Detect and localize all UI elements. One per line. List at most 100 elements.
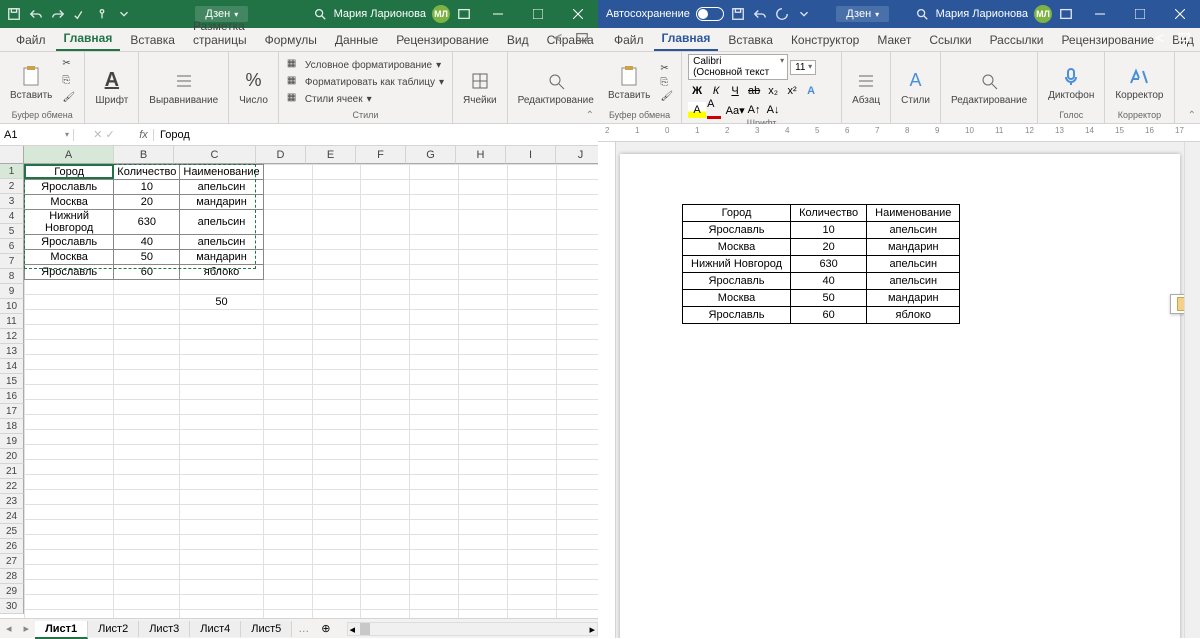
cell-A9[interactable] [25, 295, 114, 310]
cell-A28[interactable] [25, 580, 114, 595]
cell-D3[interactable] [263, 195, 312, 210]
cell-E11[interactable] [312, 325, 361, 340]
cut-button[interactable]: ✂ [60, 57, 78, 73]
cell-I14[interactable] [508, 370, 557, 385]
cell-E5[interactable] [312, 235, 361, 250]
cell-B3[interactable]: 20 [114, 195, 180, 210]
cell-F9[interactable] [361, 295, 410, 310]
cell-E12[interactable] [312, 340, 361, 355]
cell-G16[interactable] [410, 400, 459, 415]
add-sheet-button[interactable]: ⊕ [315, 622, 336, 635]
cell-F14[interactable] [361, 370, 410, 385]
cell-C22[interactable] [180, 490, 263, 505]
close-button[interactable] [1160, 0, 1200, 28]
minimize-button[interactable] [1080, 0, 1120, 28]
cell-J8[interactable] [557, 280, 598, 295]
cell-C29[interactable] [180, 595, 263, 610]
cell-J5[interactable] [557, 235, 598, 250]
row-head-14[interactable]: 14 [0, 359, 24, 374]
cell-B15[interactable] [114, 385, 180, 400]
close-button[interactable] [558, 0, 598, 28]
cell-B18[interactable] [114, 430, 180, 445]
cell-H25[interactable] [459, 535, 508, 550]
cell-A3[interactable]: Москва [25, 195, 114, 210]
collapse-ribbon-icon[interactable]: ⌃ [586, 110, 594, 121]
cell-G15[interactable] [410, 385, 459, 400]
comments-icon[interactable] [1176, 30, 1192, 46]
cell-A17[interactable] [25, 415, 114, 430]
cell-B8[interactable] [114, 280, 180, 295]
cell-G29[interactable] [410, 595, 459, 610]
cell-D17[interactable] [263, 415, 312, 430]
cell-J3[interactable] [557, 195, 598, 210]
cell-E19[interactable] [312, 445, 361, 460]
name-box[interactable]: A1 [0, 129, 74, 141]
cell-G23[interactable] [410, 505, 459, 520]
cell-A6[interactable]: Москва [25, 250, 114, 265]
cell-F15[interactable] [361, 385, 410, 400]
user-name[interactable]: Мария Ларионова [936, 8, 1028, 20]
tab-view[interactable]: Вид [499, 29, 537, 51]
tab-refs[interactable]: Ссылки [921, 29, 979, 51]
cell-J11[interactable] [557, 325, 598, 340]
cell-I20[interactable] [508, 460, 557, 475]
cell-D24[interactable] [263, 520, 312, 535]
col-head-D[interactable]: D [256, 146, 306, 164]
save-icon[interactable] [6, 6, 22, 22]
cell-A29[interactable] [25, 595, 114, 610]
cell-A24[interactable] [25, 520, 114, 535]
cell-J22[interactable] [557, 490, 598, 505]
cell-F5[interactable] [361, 235, 410, 250]
col-head-E[interactable]: E [306, 146, 356, 164]
row-head-9[interactable]: 9 [0, 284, 24, 299]
cell-C24[interactable] [180, 520, 263, 535]
cell-G3[interactable] [410, 195, 459, 210]
editing-button[interactable]: Редактирование [514, 67, 598, 108]
sheet-tab-Лист2[interactable]: Лист2 [88, 621, 139, 637]
select-all-corner[interactable] [0, 146, 24, 164]
undo-icon[interactable] [752, 6, 768, 22]
cell-B30[interactable] [114, 610, 180, 619]
row-head-27[interactable]: 27 [0, 554, 24, 569]
cell-H22[interactable] [459, 490, 508, 505]
cell-H10[interactable] [459, 310, 508, 325]
cell-A12[interactable] [25, 340, 114, 355]
italic-button[interactable]: К [707, 83, 725, 99]
cell-G7[interactable] [410, 265, 459, 280]
cell-E18[interactable] [312, 430, 361, 445]
cell-I11[interactable] [508, 325, 557, 340]
cell-F10[interactable] [361, 310, 410, 325]
cell-A22[interactable] [25, 490, 114, 505]
cell-G4[interactable] [410, 210, 459, 235]
cell-E29[interactable] [312, 595, 361, 610]
cell-C2[interactable]: апельсин [180, 180, 263, 195]
cell-C21[interactable] [180, 475, 263, 490]
collapse-ribbon-icon[interactable]: ⌃ [1188, 110, 1196, 121]
cell-H17[interactable] [459, 415, 508, 430]
cell-I17[interactable] [508, 415, 557, 430]
cell-F26[interactable] [361, 550, 410, 565]
row-head-7[interactable]: 7 [0, 254, 24, 269]
cell-D2[interactable] [263, 180, 312, 195]
cell-I4[interactable] [508, 210, 557, 235]
tab-design[interactable]: Конструктор [783, 29, 867, 51]
cell-C4[interactable]: апельсин [180, 210, 263, 235]
cell-H29[interactable] [459, 595, 508, 610]
cell-G25[interactable] [410, 535, 459, 550]
cell-F3[interactable] [361, 195, 410, 210]
ribbon-options-icon[interactable] [456, 6, 472, 22]
cell-J23[interactable] [557, 505, 598, 520]
cell-H23[interactable] [459, 505, 508, 520]
cell-I3[interactable] [508, 195, 557, 210]
cell-G1[interactable] [410, 165, 459, 180]
cell-E4[interactable] [312, 210, 361, 235]
cell-F1[interactable] [361, 165, 410, 180]
cell-D12[interactable] [263, 340, 312, 355]
row-head-16[interactable]: 16 [0, 389, 24, 404]
cell-C15[interactable] [180, 385, 263, 400]
cell-B29[interactable] [114, 595, 180, 610]
superscript-button[interactable]: x² [783, 83, 801, 99]
cell-G2[interactable] [410, 180, 459, 195]
cell-E13[interactable] [312, 355, 361, 370]
cell-E27[interactable] [312, 565, 361, 580]
